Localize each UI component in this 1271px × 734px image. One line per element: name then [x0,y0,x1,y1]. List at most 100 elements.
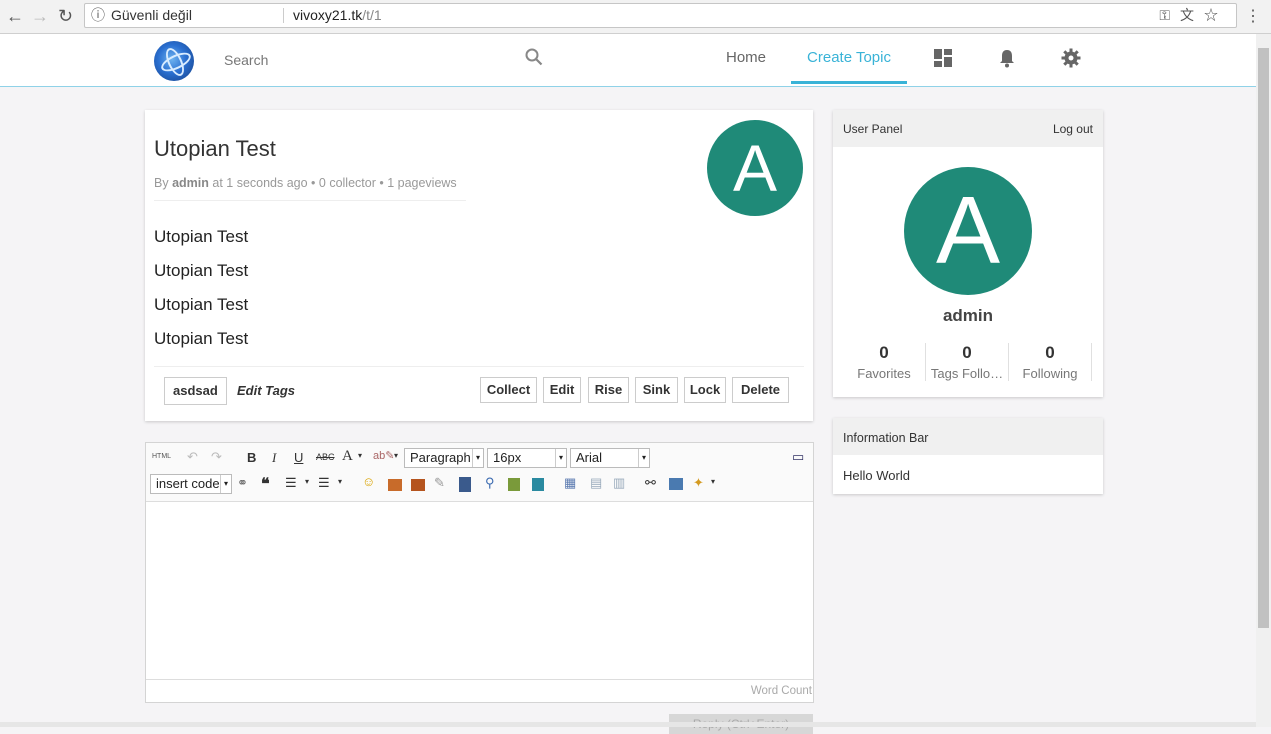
site-logo[interactable] [154,41,194,81]
chevron-down-icon: ▾ [220,475,231,493]
stat-tags-following[interactable]: 0 Tags Follo… [926,343,1008,381]
attachment-icon[interactable]: ⚲ [485,475,495,491]
strikethrough-icon[interactable]: ABC [316,452,335,462]
information-bar: Information Bar Hello World [833,418,1103,494]
unordered-list-icon[interactable]: ☰ [318,475,330,491]
search-input[interactable]: Search [224,52,268,68]
dashboard-icon[interactable] [933,48,953,68]
forward-icon[interactable]: → [31,6,49,27]
bold-icon[interactable]: B [247,450,256,465]
word-count: Word Count [146,679,813,702]
tag-chip[interactable]: asdsad [164,377,227,405]
security-label: Güvenli değil [111,7,192,23]
html-source-button[interactable]: HTML [152,453,171,460]
page-scrollbar[interactable] [1256,34,1271,727]
search-icon[interactable] [525,48,543,66]
collect-button[interactable]: Collect [480,377,537,403]
insert-col-icon[interactable]: ▥ [613,475,625,491]
video-icon[interactable] [459,477,471,492]
url-text[interactable]: vivoxy21.tk/t/1 [293,4,382,27]
magic-format-icon[interactable]: ✦ [693,475,704,491]
topic-title: Utopian Test [154,136,276,161]
browser-menu-icon[interactable]: ⋮ [1245,6,1261,26]
nav-home[interactable]: Home [726,49,766,66]
ordered-list-icon[interactable]: ☰ [285,475,297,491]
font-family-select[interactable]: Arial ▾ [570,448,650,468]
underline-icon[interactable]: U [294,450,303,465]
topic-meta: By admin at 1 seconds ago • 0 collector … [154,176,457,190]
gear-icon[interactable] [1061,48,1081,68]
logout-link[interactable]: Log out [1053,122,1093,136]
page-bottom-edge [0,722,1256,727]
chevron-down-icon[interactable]: ▾ [338,477,342,486]
table-icon[interactable]: ▦ [564,475,576,491]
sink-button[interactable]: Sink [635,377,678,403]
omnibox-icons: ⚿文☆ [1159,4,1228,27]
template-icon[interactable] [669,478,683,490]
meta-details: at 1 seconds ago • 0 collector • 1 pagev… [212,176,457,190]
edit-button[interactable]: Edit [543,377,581,403]
bookmark-star-icon[interactable]: ☆ [1204,7,1228,23]
translate-icon[interactable]: 文 [1180,7,1204,23]
address-bar[interactable]: ⓘ Güvenli değil vivoxy21.tk/t/1 ⚿文☆ [84,3,1237,28]
topic-card: Utopian Test By admin at 1 seconds ago •… [145,110,813,421]
undo-icon[interactable]: ↶ [187,449,198,465]
chevron-down-icon[interactable]: ▾ [305,477,309,486]
font-size-value: 16px [493,450,522,465]
stat-value: 0 [962,343,972,362]
stat-value: 0 [1045,343,1055,362]
reply-editor: HTML ↶ ↷ B I U ABC A ▾ ab✎ ▾ Paragraph ▾ … [145,442,814,703]
font-size-select[interactable]: 16px ▾ [487,448,567,468]
search-replace-icon[interactable]: ⚯ [645,475,656,491]
divider [1091,343,1092,381]
stat-favorites[interactable]: 0 Favorites [843,343,925,381]
link-icon[interactable]: ⚭ [237,475,248,491]
multi-image-icon[interactable] [411,479,425,491]
bell-icon[interactable] [997,48,1017,68]
browser-toolbar: ← → ↻ ⓘ Güvenli değil vivoxy21.tk/t/1 ⚿文… [0,0,1271,34]
topic-body-line: Utopian Test [154,295,249,314]
information-bar-title: Information Bar [843,431,929,445]
url-host: vivoxy21.tk [293,7,363,23]
chevron-down-icon[interactable]: ▾ [358,451,362,460]
rise-button[interactable]: Rise [588,377,629,403]
user-avatar[interactable]: A [904,167,1032,295]
blockquote-icon[interactable]: ❝ [261,474,270,494]
font-family-value: Arial [576,450,603,465]
image-icon[interactable] [388,479,402,491]
divider [154,200,466,201]
emoji-icon[interactable]: ☺ [362,474,375,489]
username[interactable]: admin [833,306,1103,326]
back-icon[interactable]: ← [6,6,24,27]
info-icon[interactable]: ⓘ [91,4,105,27]
highlight-icon[interactable]: ab✎ [373,449,394,462]
editor-body[interactable] [146,502,813,680]
chevron-down-icon[interactable]: ▾ [711,477,715,486]
gmap-icon[interactable] [532,478,544,491]
map-icon[interactable] [508,478,520,491]
divider [283,8,284,23]
nav-create-topic[interactable]: Create Topic [791,34,907,84]
scrollbar-thumb[interactable] [1258,48,1269,628]
stat-following[interactable]: 0 Following [1009,343,1091,381]
stat-label: Following [1022,366,1078,381]
font-color-icon[interactable]: A [342,448,353,465]
delete-button[interactable]: Delete [732,377,789,403]
edit-tags-link[interactable]: Edit Tags [237,383,295,398]
scrawl-icon[interactable]: ✎ [434,475,445,491]
chevron-down-icon[interactable]: ▾ [394,451,398,460]
editor-toolbar: HTML ↶ ↷ B I U ABC A ▾ ab✎ ▾ Paragraph ▾ … [146,443,813,502]
site-header: Search Home Create Topic [0,34,1256,87]
insert-row-icon[interactable]: ▤ [590,475,602,491]
redo-icon[interactable]: ↷ [211,449,222,465]
key-icon[interactable]: ⚿ [1159,7,1180,23]
fullscreen-icon[interactable]: ▭ [792,449,804,465]
paragraph-select[interactable]: Paragraph ▾ [404,448,484,468]
reload-icon[interactable]: ↻ [58,6,73,27]
italic-icon[interactable]: I [272,450,276,466]
author-link[interactable]: admin [172,176,209,190]
author-avatar[interactable]: A [707,120,803,216]
topic-body-line: Utopian Test [154,329,249,348]
lock-button[interactable]: Lock [684,377,726,403]
insert-code-select[interactable]: insert code ▾ [150,474,232,494]
